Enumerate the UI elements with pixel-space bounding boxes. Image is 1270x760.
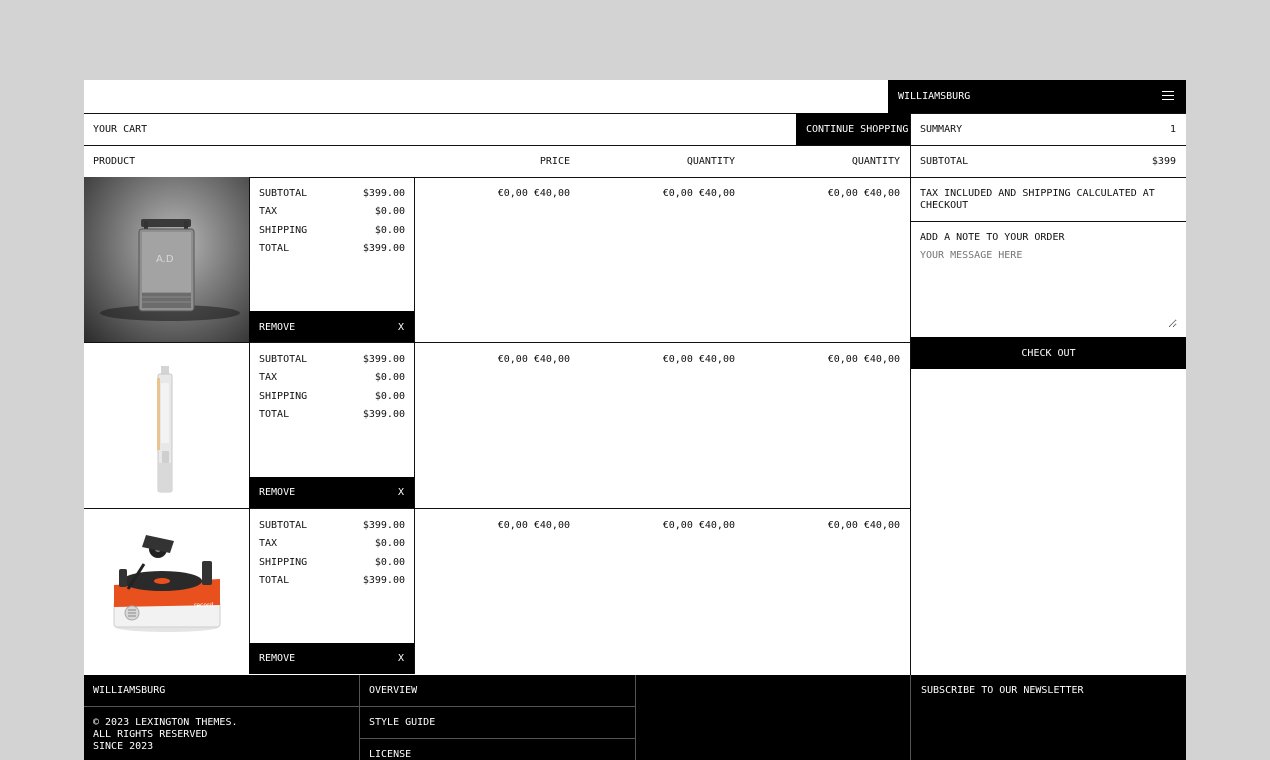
product-image-slim-speaker[interactable] [84,343,249,508]
item-subtotal-label: SUBTOTAL [259,188,308,199]
column-header-product: PRODUCT [93,156,136,167]
order-note-label: ADD A NOTE TO YOUR ORDER [920,232,1065,243]
footer-brand[interactable]: WILLIAMSBURG [93,685,165,697]
summary-subtotal-value: $399 [1151,156,1176,167]
item-total-value: $399.00 [362,409,405,420]
item-subtotal-value: $399.00 [362,520,405,531]
column-header-price: PRICE [539,156,570,167]
footer-link-overview[interactable]: OVERVIEW [369,685,417,697]
footer-newsletter-heading[interactable]: SUBSCRIBE TO OUR NEWSLETTER [921,685,1084,697]
item-tax-value: $0.00 [374,538,405,549]
page-frame: WILLIAMSBURG YOUR CART CONTINUE SHOPPING… [84,80,1186,760]
footer-copyright-line-2: ALL RIGHTS RESERVED [93,729,208,740]
order-note-input[interactable] [920,250,1177,328]
remove-label: REMOVE [259,322,296,333]
hamburger-menu-icon[interactable] [1162,90,1174,101]
continue-shopping-label: CONTINUE SHOPPING [806,124,909,135]
item-price: €0,00 €40,00 [497,188,570,199]
item-shipping-label: SHIPPING [259,391,308,402]
divider [84,145,1186,146]
divider [635,675,636,760]
remove-label: REMOVE [259,487,296,498]
item-price: €0,00 €40,00 [497,520,570,531]
footer-copyright-line-1: © 2023 LEXINGTON THEMES. [93,717,238,728]
item-total-value: $399.00 [362,575,405,586]
item-shipping-label: SHIPPING [259,225,308,236]
item-subtotal-value: $399.00 [362,354,405,365]
remove-item-button[interactable]: REMOVE X [249,643,414,674]
cart-title: YOUR CART [93,124,148,135]
item-shipping-value: $0.00 [374,391,405,402]
header-brand[interactable]: WILLIAMSBURG [898,91,970,103]
divider [359,738,635,739]
divider [910,675,911,760]
footer-link-style-guide[interactable]: STYLE GUIDE [369,717,435,729]
remove-item-button[interactable]: REMOVE X [249,477,414,508]
item-tax-value: $0.00 [374,372,405,383]
item-shipping-value: $0.00 [374,557,405,568]
item-tax-label: TAX [259,538,278,549]
summary-count: 1 [1169,124,1176,135]
divider [414,177,415,342]
cart-item: record SUBTOTAL $399.00 TAX $0.00 SHIPPI… [84,509,910,674]
item-shipping-label: SHIPPING [259,557,308,568]
divider [414,509,415,674]
remove-x-icon: X [398,653,405,664]
item-subtotal-label: SUBTOTAL [259,354,308,365]
item-quantity-2: €0,00 €40,00 [827,188,900,199]
item-quantity-2: €0,00 €40,00 [827,520,900,531]
check-out-label: CHECK OUT [1021,348,1076,359]
divider [84,113,1186,114]
svg-text:record: record [194,602,213,609]
divider [910,221,1186,222]
column-header-quantity-2: QUANTITY [851,156,900,167]
svg-text:A.D: A.D [156,254,174,265]
item-tax-label: TAX [259,206,278,217]
item-quantity: €0,00 €40,00 [662,188,735,199]
product-image-portable-record-player[interactable]: A.D [84,177,249,342]
divider [414,343,415,508]
divider [359,706,635,707]
cart-item: A.D SUBTOTAL $399.00 TAX $0.00 SHIPPING … [84,177,910,343]
item-tax-value: $0.00 [374,206,405,217]
product-image-orange-turntable[interactable]: record [84,509,249,674]
summary-subtotal-label: SUBTOTAL [920,156,969,167]
remove-x-icon: X [398,322,405,333]
item-shipping-value: $0.00 [374,225,405,236]
divider [910,113,911,675]
divider [910,177,1186,178]
cart-item: SUBTOTAL $399.00 TAX $0.00 SHIPPING $0.0… [84,343,910,509]
footer-copyright-line-3: SINCE 2023 [93,741,154,752]
item-total-label: TOTAL [259,243,290,254]
tax-shipping-note: TAX INCLUDED AND SHIPPING CALCULATED AT … [920,188,1155,211]
item-subtotal-value: $399.00 [362,188,405,199]
remove-x-icon: X [398,487,405,498]
item-quantity: €0,00 €40,00 [662,354,735,365]
footer-link-license[interactable]: LICENSE [369,749,411,760]
item-quantity: €0,00 €40,00 [662,520,735,531]
remove-label: REMOVE [259,653,296,664]
item-total-value: $399.00 [362,243,405,254]
item-total-label: TOTAL [259,575,290,586]
remove-item-button[interactable]: REMOVE X [249,311,414,342]
item-subtotal-label: SUBTOTAL [259,520,308,531]
item-tax-label: TAX [259,372,278,383]
item-quantity-2: €0,00 €40,00 [827,354,900,365]
divider [359,675,360,760]
column-header-quantity: QUANTITY [686,156,735,167]
divider [84,706,359,707]
item-price: €0,00 €40,00 [497,354,570,365]
continue-shopping-button[interactable]: CONTINUE SHOPPING [796,113,910,145]
check-out-button[interactable]: CHECK OUT [911,337,1186,369]
item-total-label: TOTAL [259,409,290,420]
summary-title: SUMMARY [920,124,963,135]
